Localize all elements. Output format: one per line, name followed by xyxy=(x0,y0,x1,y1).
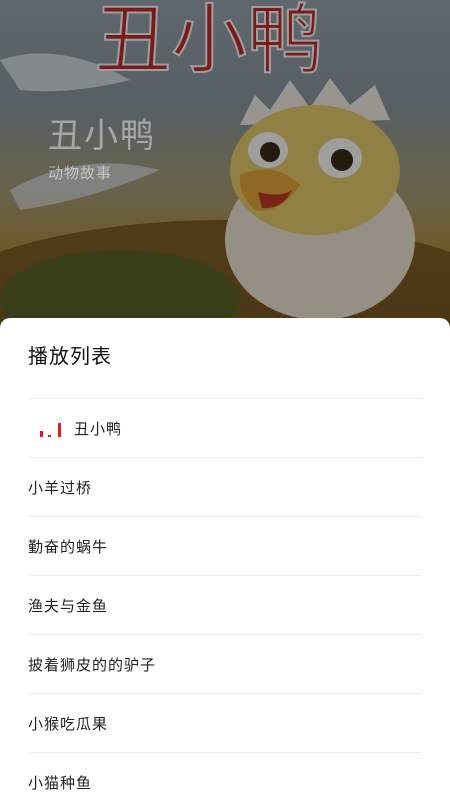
story-category: 动物故事 xyxy=(48,164,113,182)
playlist-item-label: 小羊过桥 xyxy=(28,478,93,497)
equalizer-bars-icon xyxy=(28,419,74,437)
playlist-item-label: 渔夫与金鱼 xyxy=(28,596,109,615)
playlist-item[interactable]: 勤奋的蜗牛 xyxy=(28,516,422,575)
playlist-list: 丑小鸭 小羊过桥 勤奋的蜗牛 渔夫与金鱼 披着狮皮的的驴子 小猴吃瓜果 小猫种鱼 xyxy=(28,398,422,800)
story-title: 丑小鸭 xyxy=(48,116,156,156)
playlist-item-label: 勤奋的蜗牛 xyxy=(28,537,109,556)
playlist-item-label: 披着狮皮的的驴子 xyxy=(28,655,157,674)
playlist-sheet: 播放列表 丑小鸭 小羊过桥 勤奋的蜗牛 渔夫与金鱼 披着狮皮的的驴子 小猴吃瓜果… xyxy=(0,318,450,800)
playlist-item-label: 小猫种鱼 xyxy=(28,773,93,792)
playlist-item[interactable]: 小羊过桥 xyxy=(28,457,422,516)
playlist-item[interactable]: 小猫种鱼 xyxy=(28,752,422,800)
playlist-item-playing[interactable]: 丑小鸭 xyxy=(28,398,422,457)
playlist-item[interactable]: 渔夫与金鱼 xyxy=(28,575,422,634)
playlist-item-label: 丑小鸭 xyxy=(74,419,123,438)
playlist-item[interactable]: 披着狮皮的的驴子 xyxy=(28,634,422,693)
playlist-title: 播放列表 xyxy=(28,344,112,368)
playlist-item[interactable]: 小猴吃瓜果 xyxy=(28,693,422,752)
cover-art-background: 丑小鸭 丑小鸭 动物故事 xyxy=(0,0,450,340)
playlist-item-label: 小猴吃瓜果 xyxy=(28,714,109,733)
